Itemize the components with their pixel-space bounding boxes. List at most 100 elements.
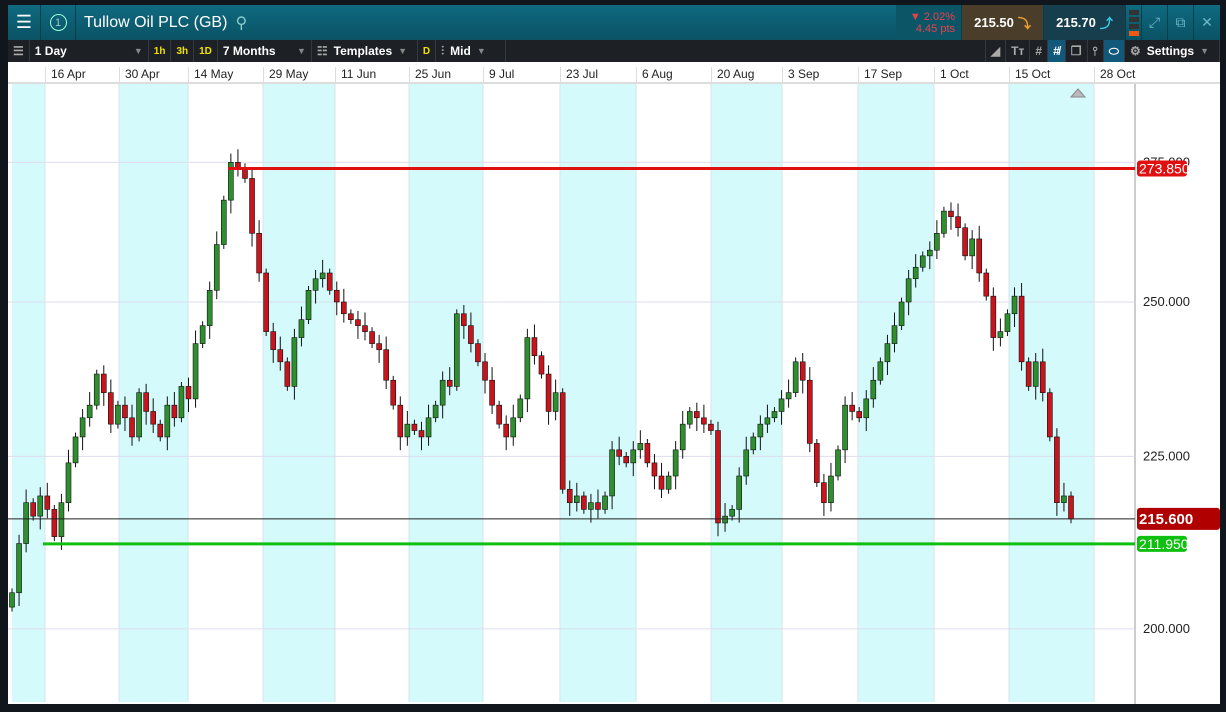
candle-down [150,411,156,425]
instrument-title[interactable]: Tullow Oil PLC (GB) ⚲ [76,13,896,33]
candle-up [58,502,65,537]
label-icon[interactable]: ⬭ [1103,40,1125,62]
candle-up [686,411,693,425]
candle-up [778,398,785,412]
candle-down [122,404,128,419]
templates-icon: ☷ [316,44,328,58]
candle-down [326,272,333,291]
date-tick-label: 16 Apr [45,67,86,84]
grid-icon[interactable]: # [1030,40,1049,62]
price-type-label: Mid [450,44,471,58]
quick-1h-button[interactable]: 1h [149,40,172,62]
candle-up [842,404,848,451]
quick-3h-button[interactable]: 3h [171,40,195,62]
expand-icon[interactable]: ⤢ [1142,5,1168,40]
candle-down [651,462,658,477]
candle-up [221,199,227,245]
candle-down [355,319,361,326]
candle-down [489,379,495,406]
price-chart[interactable]: 275.000250.000225.000200.000273.850211.9… [8,84,1220,704]
candle-down [581,495,587,510]
price-tick-label: 225.000 [1143,448,1190,463]
candle-down [849,404,855,412]
candle-down [333,290,340,303]
chevron-down-icon: ▼ [476,46,486,56]
candle-down [341,301,347,315]
candle-up [891,325,898,344]
date-tick-label: 6 Aug [636,67,673,84]
candle-down [383,349,389,381]
candle-down [1039,361,1046,393]
chevron-down-icon: ▼ [1200,46,1210,56]
candle-down [708,423,714,431]
templates-select[interactable]: ☷ Templates ▼ [312,40,418,62]
candle-up [16,543,22,594]
settings-button[interactable]: ⚙ Settings ▼ [1125,40,1220,62]
order-book-index[interactable]: 1 [41,5,76,40]
change-points: 4.45 pts [915,22,955,35]
settings-label: Settings [1146,44,1195,58]
buy-price: 215.70 [1056,15,1096,30]
candle-down [531,337,538,357]
period-band [560,84,636,702]
candle-up [877,361,884,381]
indicator-icon[interactable]: ⫯ [1088,40,1104,62]
price-type-select[interactable]: ⫶ Mid ▼ [436,40,507,62]
candle-up [65,462,72,503]
candle-up [997,331,1004,338]
candle-up [573,495,580,503]
candle-up [79,417,86,438]
candle-up [771,411,778,419]
period-band [409,84,483,702]
menu-icon[interactable]: ☰ [8,5,41,40]
range-select[interactable]: 7 Months ▼ [218,40,312,62]
candle-up [312,278,319,291]
price-axis [1135,84,1220,704]
candle-down [235,162,241,169]
text-icon[interactable]: Tт [1006,40,1031,62]
candle-down [185,386,192,400]
crosshair-icon[interactable]: #̸ [1048,40,1066,62]
candle-down [468,325,474,344]
sell-button[interactable]: 215.50 ⤵ [962,5,1044,40]
sell-price: 215.50 [974,15,1014,30]
candle-down [1025,361,1032,387]
candle-down [390,379,397,406]
search-icon[interactable]: ⚲ [235,13,247,33]
title-bar: ☰ 1 Tullow Oil PLC (GB) ⚲ ▼ 2.02% 4.45 pts… [8,5,1220,40]
quick-1d-button[interactable]: 1D [194,40,218,62]
candle-down [171,404,178,419]
date-tick-label: 25 Jun [409,67,451,84]
popout-icon[interactable]: ⧉ [1168,5,1194,40]
list-icon[interactable]: ☰ [8,40,30,62]
candle-down [1018,295,1025,363]
period-band [119,84,188,702]
period-band [263,84,335,702]
layers-icon[interactable]: ❐ [1066,40,1088,62]
close-icon[interactable]: ✕ [1194,5,1220,40]
candle-up [736,475,742,510]
candle-down [814,443,820,483]
interval-select[interactable]: 1 Day ▼ [30,40,149,62]
chevron-down-icon: ▼ [296,46,306,56]
candle-up [305,290,312,320]
down-arrow-icon: ⤵ [1017,16,1031,31]
candle-up [291,337,298,387]
candle-down [948,210,954,217]
candle-down [821,482,827,503]
candle-up [206,290,213,326]
candle-down [108,392,114,425]
candle-down [418,430,425,438]
candle-up [969,238,975,257]
date-tick-label: 11 Jun [335,67,376,84]
candle-down [566,488,573,503]
candle-up [898,301,905,326]
buy-button[interactable]: 215.70 ⤴ [1044,5,1126,40]
draw-line-icon[interactable]: ◢ [984,40,1007,62]
candle-down [962,227,968,257]
candle-up [9,592,15,608]
candle-up [630,449,637,464]
d-button[interactable]: D [418,40,437,62]
candle-down [44,495,51,510]
candle-up [524,337,531,400]
